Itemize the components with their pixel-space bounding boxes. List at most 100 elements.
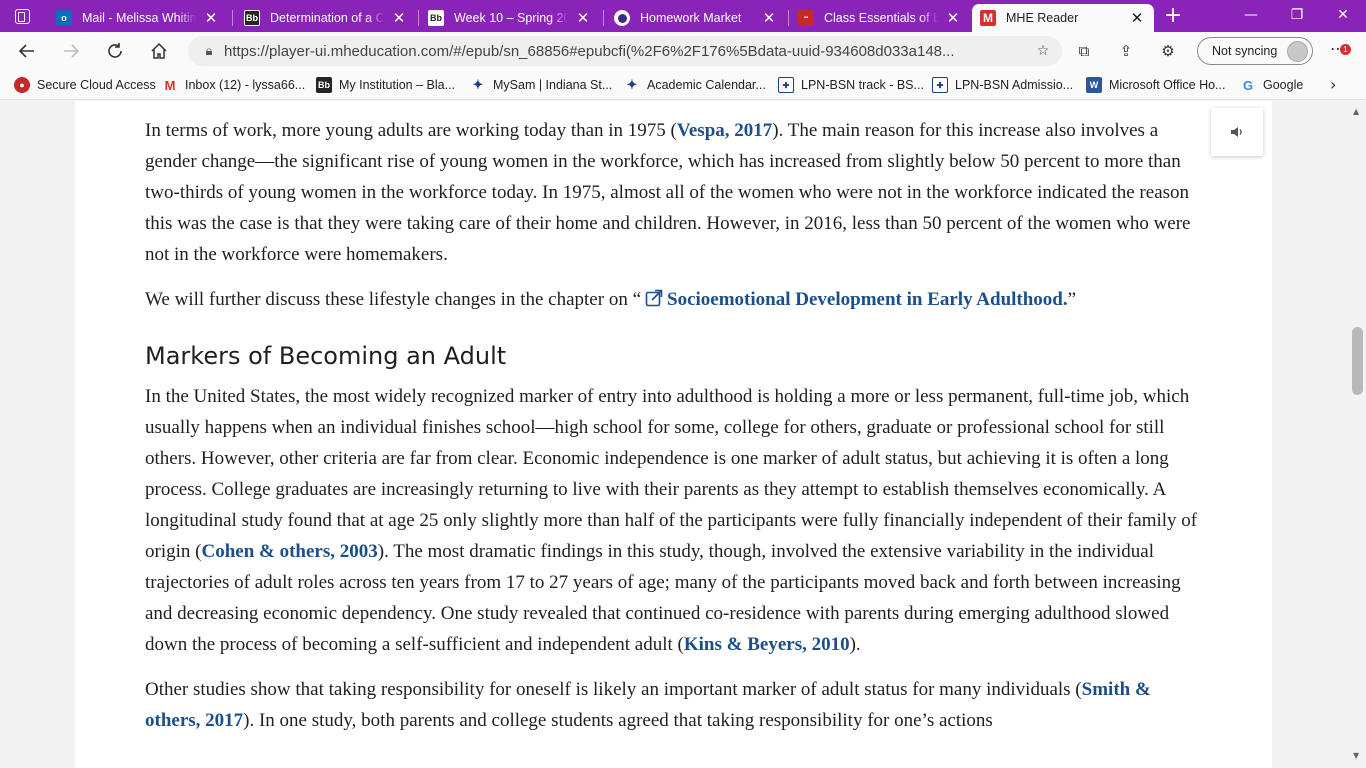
share-icon[interactable]: ⇪ bbox=[1115, 40, 1137, 62]
citation-link[interactable]: Kins & Beyers, 2010 bbox=[684, 634, 850, 655]
close-tab-icon[interactable]: ✕ bbox=[944, 9, 962, 27]
blackboard-icon: Bb bbox=[244, 10, 260, 26]
vertical-scrollbar[interactable]: ▲ ▼ bbox=[1349, 101, 1366, 768]
back-button[interactable] bbox=[12, 36, 42, 66]
tab-title: Class Essentials of Life bbox=[824, 11, 938, 25]
notification-badge: 1 bbox=[1340, 44, 1351, 55]
homework-market-icon bbox=[614, 10, 630, 26]
close-tab-icon[interactable]: ✕ bbox=[574, 9, 592, 27]
audio-playback-button[interactable] bbox=[1211, 108, 1263, 156]
tab-title: Week 10 – Spring 2021 bbox=[454, 11, 568, 25]
favorite-label: Secure Cloud Access bbox=[37, 78, 156, 92]
blackboard-icon: Bb bbox=[316, 77, 332, 93]
chapter-link[interactable]: Socioemotional Development in Early Adul… bbox=[667, 289, 1068, 310]
tab-actions-icon bbox=[14, 8, 30, 24]
blackboard-icon: Bb bbox=[428, 10, 444, 26]
paragraph-text: ). The main reason for this increase als… bbox=[145, 120, 1191, 265]
forward-button[interactable] bbox=[56, 36, 86, 66]
close-tab-icon[interactable]: ✕ bbox=[760, 9, 778, 27]
address-bar[interactable]: 🔒︎ https://player-ui.mheducation.com/#/e… bbox=[188, 36, 1062, 66]
chevron-right-icon[interactable]: › bbox=[1330, 75, 1336, 94]
favorite-microsoft-office[interactable]: W Microsoft Office Ho... bbox=[1086, 76, 1225, 94]
favorite-academic-calendar[interactable]: ✦ Academic Calendar... bbox=[624, 76, 766, 94]
home-icon bbox=[151, 42, 167, 59]
favorite-label: My Institution – Bla... bbox=[339, 78, 456, 92]
tab-title: Mail - Melissa Whiting - Outlook bbox=[82, 11, 196, 25]
tab-mail[interactable]: o Mail - Melissa Whiting - Outlook ✕ bbox=[48, 4, 228, 32]
paragraph-text: We will further discuss these lifestyle … bbox=[145, 289, 642, 310]
avatar bbox=[1287, 41, 1308, 62]
paragraph-text: ). bbox=[849, 634, 861, 655]
forward-arrow-icon bbox=[64, 44, 80, 58]
add-favorite-icon[interactable]: ☆ bbox=[1028, 43, 1058, 59]
paragraph-text: ). In one study, both parents and colleg… bbox=[243, 710, 993, 731]
back-arrow-icon bbox=[18, 44, 34, 58]
settings-menu-button[interactable]: ⋯ 1 bbox=[1324, 40, 1352, 62]
refresh-icon bbox=[108, 43, 122, 58]
paragraph-chapter-reference: We will further discuss these lifestyle … bbox=[145, 284, 1205, 315]
section-heading: Markers of Becoming an Adult bbox=[145, 342, 507, 370]
favorite-label: MySam | Indiana St... bbox=[493, 78, 613, 92]
extensions-icon[interactable]: ⚙ bbox=[1157, 40, 1179, 62]
paragraph-text: In terms of work, more young adults are … bbox=[145, 120, 677, 141]
favorite-mysam[interactable]: ✦ MySam | Indiana St... bbox=[470, 76, 613, 94]
tab-title: MHE Reader bbox=[1006, 11, 1079, 25]
tab-mhe-reader[interactable]: M MHE Reader ✕ bbox=[972, 4, 1154, 32]
close-tab-icon[interactable]: ✕ bbox=[1128, 9, 1146, 27]
favorite-label: Inbox (12) - lyssa66... bbox=[185, 78, 306, 92]
google-icon: G bbox=[1242, 77, 1254, 93]
restore-button[interactable]: ❐ bbox=[1274, 0, 1320, 32]
favorite-lpn-bsn-admission[interactable]: ✚ LPN-BSN Admissio... bbox=[932, 76, 1073, 94]
tab-week10[interactable]: Bb Week 10 – Spring 2021 ✕ bbox=[420, 4, 600, 32]
tab-homework-market[interactable]: Homework Market ✕ bbox=[606, 4, 786, 32]
paragraph-markers-adulthood: In the United States, the most widely re… bbox=[145, 381, 1205, 660]
calendar-site-icon: ✦ bbox=[626, 77, 638, 92]
scroll-up-icon[interactable]: ▲ bbox=[1353, 107, 1359, 116]
tab-class-essentials[interactable]: ▪▪ Class Essentials of Life ✕ bbox=[790, 4, 970, 32]
profile-sync-button[interactable]: Not syncing bbox=[1197, 37, 1313, 65]
favorite-lpn-bsn-track[interactable]: ✚ LPN-BSN track - BS... bbox=[778, 76, 924, 94]
favorite-label: Microsoft Office Ho... bbox=[1109, 78, 1226, 92]
collections-icon[interactable]: ⧉ bbox=[1073, 40, 1095, 62]
favorites-bar: ● Secure Cloud Access M Inbox (12) - lys… bbox=[0, 70, 1366, 100]
favorite-label: Google bbox=[1263, 78, 1304, 92]
tab-title: Determination of a Chemical Equation bbox=[270, 11, 384, 25]
word-icon: W bbox=[1086, 77, 1102, 93]
mhe-icon: M bbox=[980, 10, 996, 26]
favorite-label: LPN-BSN track - BS... bbox=[801, 78, 924, 92]
cloud-access-icon: ● bbox=[14, 77, 30, 93]
citation-link[interactable]: Cohen & others, 2003 bbox=[201, 541, 377, 562]
paragraph-work-trends: In terms of work, more young adults are … bbox=[145, 115, 1205, 270]
lpn-icon: ✚ bbox=[778, 77, 794, 93]
paragraph-text: In the United States, the most widely re… bbox=[145, 386, 1198, 562]
barnes-icon: ▪▪ bbox=[798, 10, 814, 26]
tab-strip: o Mail - Melissa Whiting - Outlook ✕ Bb … bbox=[0, 0, 1366, 32]
tab-determination[interactable]: Bb Determination of a Chemical Equation … bbox=[236, 4, 416, 32]
favorite-my-institution[interactable]: Bb My Institution – Bla... bbox=[316, 76, 455, 94]
tab-title: Homework Market bbox=[640, 11, 742, 25]
mysam-icon: ✦ bbox=[472, 77, 484, 92]
favorite-secure-cloud-access[interactable]: ● Secure Cloud Access bbox=[14, 76, 156, 94]
tab-actions-button[interactable] bbox=[6, 5, 38, 27]
lpn-icon: ✚ bbox=[932, 77, 948, 93]
new-tab-button[interactable]: + bbox=[1160, 4, 1186, 30]
minimize-button[interactable]: — bbox=[1228, 0, 1274, 32]
favorite-label: LPN-BSN Admissio... bbox=[955, 78, 1074, 92]
favorite-google[interactable]: G Google bbox=[1240, 76, 1303, 94]
citation-link[interactable]: Vespa, 2017 bbox=[677, 120, 772, 141]
favorite-inbox[interactable]: M Inbox (12) - lyssa66... bbox=[162, 76, 306, 94]
refresh-button[interactable] bbox=[100, 36, 130, 66]
article-body: In terms of work, more young adults are … bbox=[145, 115, 1205, 750]
scrollbar-thumb[interactable] bbox=[1352, 327, 1363, 395]
browser-toolbar: 🔒︎ https://player-ui.mheducation.com/#/e… bbox=[0, 32, 1366, 70]
lock-icon[interactable]: 🔒︎ bbox=[194, 44, 224, 59]
close-tab-icon[interactable]: ✕ bbox=[202, 9, 220, 27]
url-text[interactable]: https://player-ui.mheducation.com/#/epub… bbox=[224, 43, 1028, 60]
gmail-icon: M bbox=[164, 77, 176, 93]
close-tab-icon[interactable]: ✕ bbox=[390, 9, 408, 27]
external-link-icon[interactable] bbox=[645, 289, 663, 307]
paragraph-text: Other studies show that taking responsib… bbox=[145, 679, 1082, 700]
close-window-button[interactable]: ✕ bbox=[1320, 0, 1366, 32]
scroll-down-icon[interactable]: ▼ bbox=[1353, 751, 1359, 760]
home-button[interactable] bbox=[144, 36, 174, 66]
